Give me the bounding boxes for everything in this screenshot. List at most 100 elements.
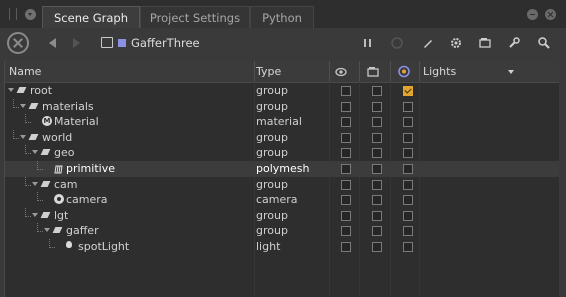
visibility-column-icon[interactable] [334, 65, 348, 78]
locator-icon [40, 149, 51, 156]
render-checkbox[interactable] [403, 148, 413, 159]
row-type: group [256, 177, 288, 191]
column-lights-header[interactable]: Lights [423, 65, 456, 78]
row-type: camera [256, 193, 298, 207]
node-graph-icon[interactable] [101, 37, 113, 48]
viewer-checkbox[interactable] [372, 242, 382, 252]
render-checkbox[interactable] [403, 210, 413, 221]
row-name: root [30, 84, 53, 97]
locator-icon [40, 211, 51, 218]
forward-arrow-icon[interactable] [73, 38, 80, 48]
visibility-checkbox[interactable] [341, 226, 351, 237]
locator-icon [28, 133, 39, 140]
visibility-checkbox[interactable] [341, 195, 351, 206]
visibility-checkbox[interactable] [341, 210, 351, 221]
visibility-checkbox[interactable] [341, 117, 351, 128]
tree-row[interactable]: camera camera [5, 192, 559, 208]
visibility-checkbox[interactable] [341, 242, 351, 252]
row-type: group [256, 224, 288, 238]
render-column-icon[interactable] [397, 65, 411, 78]
viewer-checkbox[interactable] [372, 86, 382, 96]
tree-row[interactable]: materials group [5, 98, 559, 115]
toolbar: GafferThree [0, 28, 566, 60]
visibility-checkbox[interactable] [341, 86, 351, 96]
viewer-checkbox[interactable] [372, 164, 382, 174]
scene-graph-panel: Scene Graph Project Settings Python Gaff… [0, 0, 566, 297]
tree-row[interactable]: gaffer group [5, 223, 559, 239]
expand-arrow-icon[interactable] [32, 212, 38, 217]
tree-row[interactable]: primitive polymesh [5, 161, 559, 177]
viewer-checkbox[interactable] [372, 132, 382, 143]
tree-row[interactable]: geo group [5, 145, 559, 161]
column-type-header[interactable]: Type [256, 65, 281, 78]
tree-row[interactable]: world group [5, 129, 559, 146]
tree-row[interactable]: root group [5, 83, 559, 99]
expand-arrow-icon[interactable] [20, 134, 26, 139]
row-type: group [256, 130, 288, 144]
row-name: spotLight [78, 240, 130, 253]
viewer-icon[interactable] [478, 36, 492, 50]
render-checkbox[interactable] [403, 179, 413, 190]
material-icon: M [42, 116, 52, 127]
expand-arrow-icon[interactable] [32, 150, 38, 155]
locator-icon [28, 102, 39, 109]
row-type: group [256, 84, 288, 97]
pane-menu-icon[interactable] [25, 9, 36, 20]
viewer-checkbox[interactable] [372, 148, 382, 159]
tree-row[interactable]: lgt group [5, 207, 559, 224]
visibility-checkbox[interactable] [341, 164, 351, 174]
row-name: geo [54, 146, 75, 160]
search-icon[interactable] [537, 36, 551, 50]
visibility-checkbox[interactable] [341, 179, 351, 190]
spinner-icon[interactable] [390, 36, 404, 50]
expand-arrow-icon[interactable] [8, 88, 14, 92]
viewer-checkbox[interactable] [372, 226, 382, 237]
pen-icon[interactable] [421, 36, 435, 50]
close-icon[interactable] [545, 9, 556, 20]
viewer-checkbox[interactable] [372, 195, 382, 206]
row-name: materials [42, 99, 94, 113]
tab-python[interactable]: Python [250, 6, 314, 28]
tab-project-settings[interactable]: Project Settings [140, 6, 250, 28]
tree-connector [25, 207, 31, 217]
render-checkbox[interactable] [403, 164, 413, 174]
row-type: group [256, 208, 288, 222]
panel-grip-icon[interactable] [9, 8, 17, 20]
expand-arrow-icon[interactable] [44, 228, 50, 233]
tree-connector [25, 176, 31, 186]
viewer-checkbox[interactable] [372, 101, 382, 112]
render-checkbox[interactable] [403, 195, 413, 206]
visibility-checkbox[interactable] [341, 101, 351, 112]
render-checkbox[interactable] [403, 86, 413, 96]
wrench-icon[interactable] [507, 36, 521, 50]
visibility-checkbox[interactable] [341, 132, 351, 143]
tree-row[interactable]: spotLight light [5, 239, 559, 255]
tree-row[interactable]: M Material material [5, 114, 559, 130]
node-color-swatch [118, 39, 126, 47]
viewer-column-icon[interactable] [366, 65, 380, 78]
render-checkbox[interactable] [403, 101, 413, 112]
stop-icon[interactable] [7, 32, 29, 54]
viewer-checkbox[interactable] [372, 210, 382, 221]
tree-row[interactable]: cam group [5, 176, 559, 193]
render-checkbox[interactable] [403, 226, 413, 237]
tab-scene-graph[interactable]: Scene Graph [42, 6, 140, 28]
breadcrumb-node-label[interactable]: GafferThree [131, 36, 200, 50]
viewer-checkbox[interactable] [372, 117, 382, 128]
back-arrow-icon[interactable] [49, 38, 56, 48]
lights-dropdown-icon[interactable] [508, 70, 514, 74]
render-checkbox[interactable] [403, 132, 413, 143]
expand-arrow-icon[interactable] [32, 181, 38, 186]
viewer-checkbox[interactable] [372, 179, 382, 190]
scene-graph-tree: Name Type Lights root group materials group… [4, 61, 559, 297]
pause-icon[interactable] [361, 36, 375, 50]
tree-connector [37, 192, 43, 202]
column-name-header[interactable]: Name [9, 65, 41, 78]
minimize-icon[interactable] [527, 9, 538, 20]
gear-icon[interactable] [449, 36, 463, 50]
render-checkbox[interactable] [403, 242, 413, 252]
expand-arrow-icon[interactable] [20, 103, 26, 108]
row-name: camera [66, 193, 108, 207]
visibility-checkbox[interactable] [341, 148, 351, 159]
render-checkbox[interactable] [403, 117, 413, 128]
